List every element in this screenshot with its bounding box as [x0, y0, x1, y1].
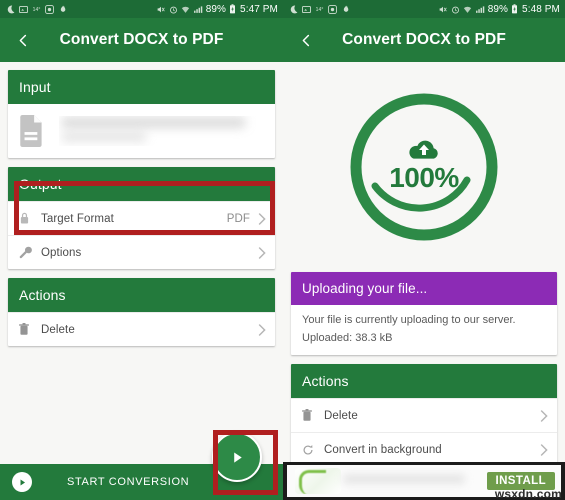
moon-icon [289, 5, 298, 14]
battery-charging-icon [511, 4, 518, 14]
upload-status-card: Uploading your file... Your file is curr… [291, 272, 557, 355]
row-label-options: Options [41, 246, 82, 259]
row-options[interactable]: Options [8, 235, 275, 269]
row-value-target-format: PDF [226, 212, 250, 225]
right-app-bar: Convert DOCX to PDF [283, 18, 565, 62]
actions-card-header: Actions [291, 364, 557, 398]
row-label-target-format: Target Format [41, 212, 114, 225]
clock-time: 5:47 PM [240, 3, 278, 15]
svg-text:14°: 14° [316, 7, 324, 13]
signal-icon [475, 5, 485, 14]
left-screen: 14° 89% 5:47 PM Convert DOCX to PDF Inpu… [0, 0, 283, 500]
back-arrow-icon[interactable] [293, 27, 319, 53]
source-watermark: wsxdn.com [494, 487, 562, 500]
row-convert-in-background[interactable]: Convert in background [291, 432, 557, 466]
upload-status-header: Uploading your file... [291, 272, 557, 305]
chevron-right-icon [257, 212, 266, 225]
chevron-right-icon [257, 246, 266, 259]
trash-icon [19, 323, 41, 336]
wifi-icon [181, 5, 190, 14]
battery-percent: 89% [487, 3, 509, 15]
upload-progress-area: 100% [283, 62, 565, 272]
left-app-bar: Convert DOCX to PDF [0, 18, 283, 62]
right-screen: 14° 89% 5:48 PM Convert DOCX to PDF 100%… [283, 0, 565, 500]
page-title: Convert DOCX to PDF [59, 31, 224, 48]
status-bar-left-icons: 14° [289, 4, 350, 14]
row-target-format[interactable]: Target Format PDF [8, 201, 275, 235]
status-bar-right-icons: 89% 5:47 PM [156, 4, 278, 15]
wifi-icon [463, 5, 472, 14]
status-bar-left-icons: 14° [6, 4, 67, 14]
upload-progress-ring: 100% [345, 88, 503, 246]
signal-icon [193, 5, 203, 14]
output-card: Output Target Format PDF Options [8, 167, 275, 269]
wrench-icon [19, 246, 41, 259]
battery-charging-icon [229, 4, 236, 14]
chevron-right-icon [257, 323, 266, 336]
svg-text:14°: 14° [33, 7, 41, 13]
row-label-convert-in-background: Convert in background [324, 443, 442, 456]
play-icon [233, 451, 242, 463]
mute-icon [438, 5, 448, 14]
ad-artwork-icon [295, 468, 341, 494]
chevron-right-icon [539, 409, 548, 422]
ad-text-blurred [343, 474, 465, 484]
moon-icon [6, 5, 15, 14]
input-file-name [59, 116, 264, 146]
row-label-delete: Delete [324, 409, 358, 422]
input-card: Input [8, 70, 275, 158]
start-conversion-label: START CONVERSION [67, 476, 190, 488]
upload-percent-label: 100% [389, 162, 459, 193]
ad-banner[interactable]: INSTALL wsxdn.com [283, 462, 565, 500]
right-content: Uploading your file... Your file is curr… [283, 272, 565, 466]
left-content: Input Output Target Format PDF Options A… [0, 62, 283, 346]
temperature-icon: 14° [315, 5, 324, 14]
actions-card: Actions Delete [8, 278, 275, 346]
page-title: Convert DOCX to PDF [342, 31, 506, 48]
row-delete[interactable]: Delete [291, 398, 557, 432]
actions-card-header: Actions [8, 278, 275, 312]
input-file-row[interactable] [8, 104, 275, 158]
upload-status-line2: Uploaded: 38.3 kB [302, 332, 393, 344]
alarm-icon [169, 5, 178, 14]
app-badge-icon [45, 4, 54, 14]
document-icon [19, 115, 53, 147]
screenshot-icon [19, 5, 28, 14]
app-badge-icon [328, 4, 337, 14]
right-status-bar: 14° 89% 5:48 PM [283, 0, 565, 18]
upload-status-line1: Your file is currently uploading to our … [302, 314, 516, 326]
input-card-header: Input [8, 70, 275, 104]
trash-icon [302, 409, 324, 422]
progress-center: 100% [345, 88, 503, 246]
lock-icon [19, 212, 41, 225]
cloud-upload-icon [407, 138, 441, 162]
play-circle-icon [12, 472, 32, 492]
row-label-delete: Delete [41, 323, 75, 336]
flame-icon [58, 4, 67, 14]
row-delete[interactable]: Delete [8, 312, 275, 346]
alarm-icon [451, 5, 460, 14]
left-status-bar: 14° 89% 5:47 PM [0, 0, 283, 18]
temperature-icon: 14° [32, 5, 41, 14]
chevron-right-icon [539, 443, 548, 456]
actions-card: Actions Delete Convert in background [291, 364, 557, 466]
dual-screenshot: 14° 89% 5:47 PM Convert DOCX to PDF Inpu… [0, 0, 565, 500]
output-card-header: Output [8, 167, 275, 201]
status-bar-right-icons: 89% 5:48 PM [438, 4, 560, 15]
back-arrow-icon[interactable] [10, 27, 36, 53]
mute-icon [156, 5, 166, 14]
refresh-icon [302, 444, 324, 456]
start-conversion-fab[interactable] [212, 432, 262, 482]
screenshot-icon [302, 5, 311, 14]
clock-time: 5:48 PM [522, 3, 560, 15]
flame-icon [341, 4, 350, 14]
battery-percent: 89% [205, 3, 227, 15]
